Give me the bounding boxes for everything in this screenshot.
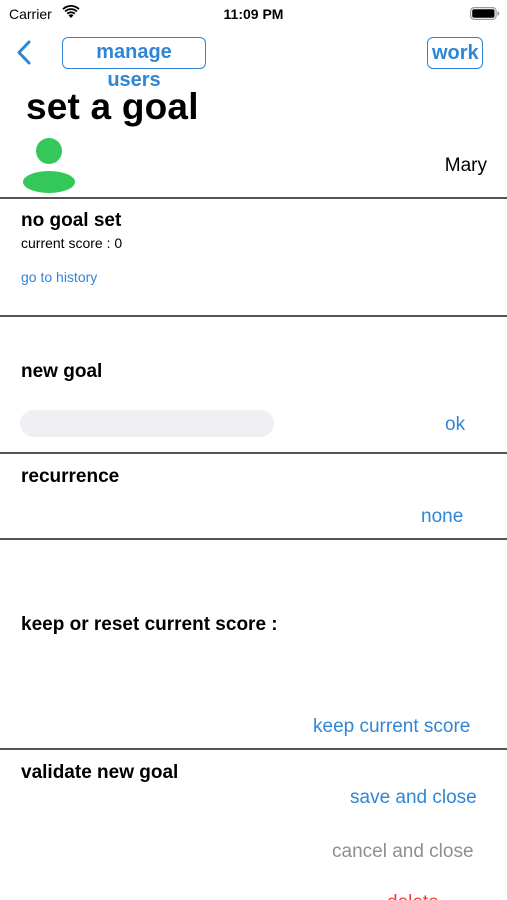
goal-status: no goal set (21, 210, 122, 231)
divider (0, 452, 507, 454)
page-title: set a goal (26, 86, 199, 127)
history-link[interactable]: go to history (21, 269, 97, 285)
divider (0, 748, 507, 750)
recurrence-selector[interactable]: none (421, 506, 463, 528)
save-and-close-button[interactable]: save and close (350, 787, 477, 809)
divider (0, 197, 507, 199)
ok-button[interactable]: ok (445, 414, 465, 436)
work-button[interactable]: work (427, 37, 483, 69)
score-option-label: keep or reset current score : (21, 614, 278, 635)
recurrence-label: recurrence (21, 466, 120, 487)
divider (0, 315, 507, 317)
person-icon (23, 138, 75, 193)
divider (0, 538, 507, 540)
keep-score-selector[interactable]: keep current score (313, 716, 470, 738)
cancel-and-close-button[interactable]: cancel and close (332, 841, 474, 863)
battery-icon (470, 7, 500, 20)
user-name: Mary (444, 155, 487, 176)
status-time: 11:09 PM (223, 6, 284, 22)
chevron-left-icon[interactable] (14, 38, 34, 68)
validate-label: validate new goal (21, 762, 179, 783)
delete-button[interactable]: delete (387, 892, 439, 900)
new-goal-input[interactable] (20, 410, 274, 437)
current-score: current score : 0 (21, 235, 123, 251)
manage-users-button[interactable]: manage users (62, 37, 206, 91)
new-goal-label: new goal (21, 361, 103, 382)
status-bar: Carrier 11:09 PM (0, 0, 507, 30)
